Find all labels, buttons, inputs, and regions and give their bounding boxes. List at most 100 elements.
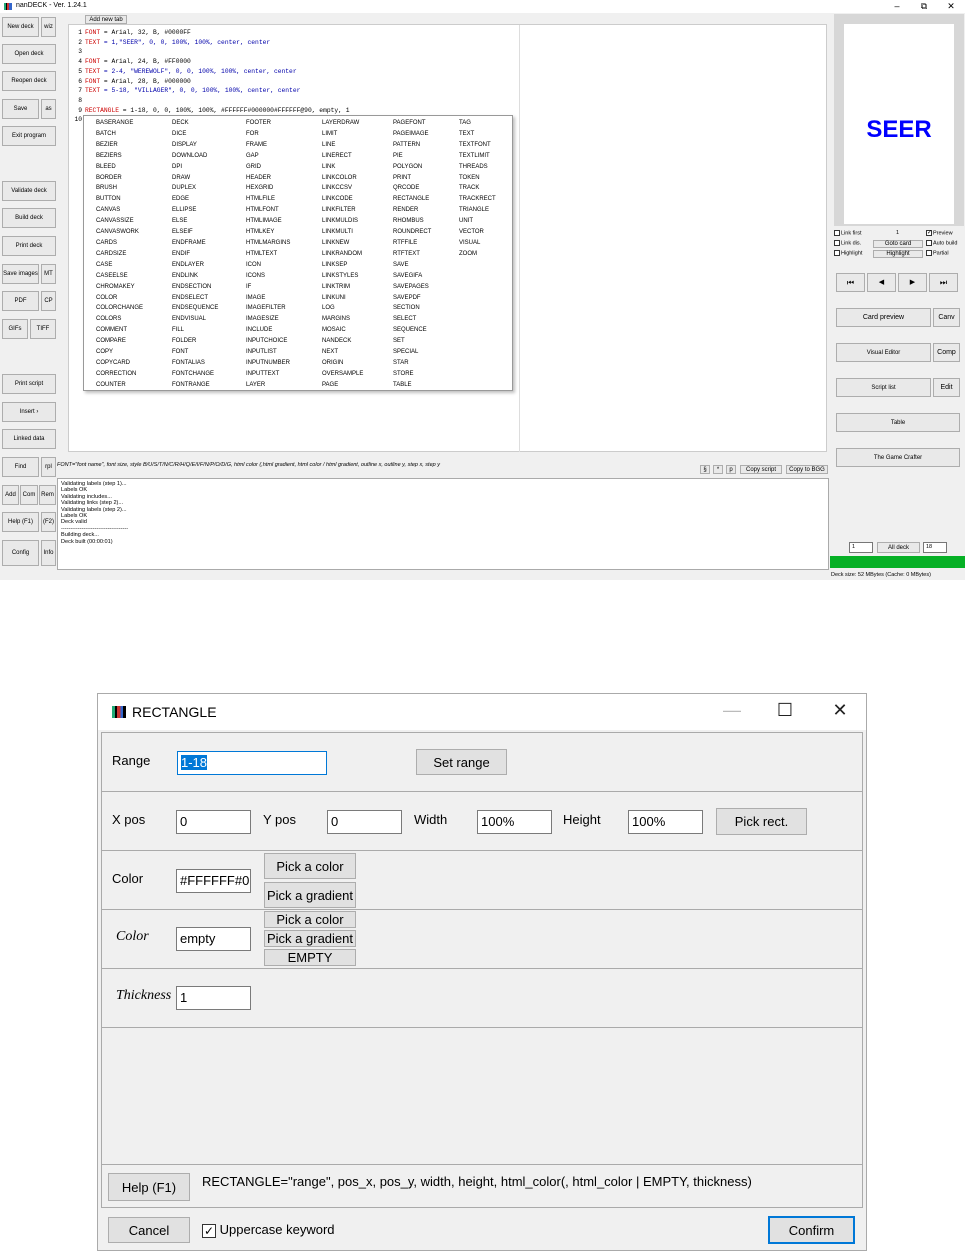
autocomplete-item[interactable]: ROUNDRECT (393, 227, 431, 238)
autocomplete-item[interactable]: HEXGRID (246, 183, 290, 194)
autocomplete-item[interactable]: LINKCCSV (322, 183, 363, 194)
autocomplete-column-5[interactable]: PAGEFONT PAGEIMAGE PATTERN PIE POLYGON PRINT Q… (393, 118, 431, 391)
autocomplete-item[interactable]: LINKSEP (322, 260, 363, 271)
autocomplete-item[interactable]: ELSEIF (172, 227, 218, 238)
pick-rect-button[interactable]: Pick rect. (716, 808, 807, 835)
autocomplete-item[interactable]: OVERSAMPLE (322, 369, 363, 380)
game-crafter-button[interactable]: The Game Crafter (836, 448, 960, 467)
autocomplete-item[interactable]: COLOR (96, 293, 143, 304)
autocomplete-item[interactable]: LINKCODE (322, 194, 363, 205)
autocomplete-item[interactable]: TRIANGLE (459, 205, 496, 216)
visual-editor-button[interactable]: Visual Editor (836, 343, 931, 362)
range-input[interactable]: 1-18 (177, 751, 327, 775)
cp-button[interactable]: CP (41, 291, 56, 311)
autocomplete-item[interactable]: HEADER (246, 173, 290, 184)
mt-button[interactable]: MT (41, 264, 56, 284)
autocomplete-item[interactable]: DISPLAY (172, 140, 218, 151)
open-deck-button[interactable]: Open deck (2, 44, 56, 64)
exit-program-button[interactable]: Exit program (2, 126, 56, 146)
autocomplete-item[interactable]: POLYGON (393, 162, 431, 173)
gifs-button[interactable]: GIFs (2, 319, 28, 339)
table-button[interactable]: Table (836, 413, 960, 432)
partial-checkbox[interactable]: Partial (926, 250, 949, 256)
autocomplete-item[interactable]: LINKTRIM (322, 282, 363, 293)
linked-data-button[interactable]: Linked data (2, 429, 56, 449)
set-range-button[interactable]: Set range (416, 749, 507, 775)
auto-build-checkbox[interactable]: Auto build (926, 240, 957, 246)
validate-deck-button[interactable]: Validate deck (2, 181, 56, 201)
autocomplete-item[interactable]: PIE (393, 151, 431, 162)
autocomplete-item[interactable]: ENDIF (172, 249, 218, 260)
autocomplete-item[interactable]: TRACK (459, 183, 496, 194)
autocomplete-item[interactable]: SET (393, 336, 431, 347)
autocomplete-item[interactable]: TEXT (459, 129, 496, 140)
autocomplete-item[interactable]: LINKUNI (322, 293, 363, 304)
color-input[interactable]: #FFFFFF#0 (176, 869, 251, 893)
autocomplete-item[interactable]: ENDLINK (172, 271, 218, 282)
autocomplete-item[interactable]: HTMLFONT (246, 205, 290, 216)
autocomplete-item[interactable]: HTMLMARGINS (246, 238, 290, 249)
comp-button[interactable]: Comp (933, 343, 960, 362)
first-card-icon[interactable]: ⏮ (836, 273, 865, 292)
autocomplete-item[interactable]: DRAW (172, 173, 218, 184)
autocomplete-item[interactable]: GAP (246, 151, 290, 162)
autocomplete-item[interactable]: VECTOR (459, 227, 496, 238)
autocomplete-item[interactable]: CANVASSIZE (96, 216, 143, 227)
code-line[interactable]: 6 FONT = Arial, 28, B, #000000 (72, 77, 350, 87)
find-button[interactable]: Find (2, 457, 39, 477)
autocomplete-item[interactable]: INPUTLIST (246, 347, 290, 358)
autocomplete-item[interactable]: TABLE (393, 380, 431, 391)
print-deck-button[interactable]: Print deck (2, 236, 56, 256)
canv-button[interactable]: Canv (933, 308, 960, 327)
code-line[interactable]: 5 TEXT = 2-4, "WEREWOLF", 0, 0, 100%, 100… (72, 67, 350, 77)
script-list-button[interactable]: Script list (836, 378, 931, 397)
autocomplete-item[interactable]: HTMLFILE (246, 194, 290, 205)
code-line[interactable]: 2 TEXT = 1,"SEER", 0, 0, 100%, 100%, cent… (72, 38, 350, 48)
copy-script-button[interactable]: Copy script (740, 465, 782, 474)
section-button[interactable]: § (700, 465, 710, 474)
autocomplete-item[interactable]: RTFTEXT (393, 249, 431, 260)
autocomplete-item[interactable]: LIMIT (322, 129, 363, 140)
autocomplete-item[interactable]: ENDVISUAL (172, 314, 218, 325)
autocomplete-column-2[interactable]: DECK DICE DISPLAY DOWNLOAD DPI DRAW DUPLEX EDGE… (172, 118, 218, 391)
pick-gradient-button[interactable]: Pick a gradient (264, 882, 356, 908)
autocomplete-item[interactable]: LINKMULDIS (322, 216, 363, 227)
autocomplete-item[interactable]: DOWNLOAD (172, 151, 218, 162)
next-card-icon[interactable]: ▶ (898, 273, 927, 292)
save-as-button[interactable]: as (41, 99, 56, 119)
autocomplete-item[interactable]: CORRECTION (96, 369, 143, 380)
dialog-minimize-button[interactable]: — (712, 700, 752, 721)
save-images-button[interactable]: Save images (2, 264, 39, 284)
autocomplete-item[interactable]: ENDFRAME (172, 238, 218, 249)
autocomplete-item[interactable]: SELECT (393, 314, 431, 325)
info-button[interactable]: Info (41, 540, 56, 566)
p-button[interactable]: p (726, 465, 736, 474)
last-card-icon[interactable]: ⏭ (929, 273, 958, 292)
help-f2-button[interactable]: (F2) (41, 512, 56, 532)
wizard-button[interactable]: wiz (41, 17, 56, 37)
code-line[interactable]: 8 (72, 96, 350, 106)
autocomplete-item[interactable]: BLEED (96, 162, 143, 173)
autocomplete-column-4[interactable]: LAYERDRAW LIMIT LINE LINERECT LINK LINKCOLOR L… (322, 118, 363, 391)
autocomplete-item[interactable]: PAGE (322, 380, 363, 391)
code-line[interactable]: 1 FONT = Arial, 32, B, #0000FF (72, 28, 350, 38)
preview-checkbox[interactable]: ✓Preview (926, 230, 953, 236)
autocomplete-item[interactable]: COLORCHANGE (96, 303, 143, 314)
autocomplete-item[interactable]: CARDSIZE (96, 249, 143, 260)
autocomplete-item[interactable]: UNIT (459, 216, 496, 227)
autocomplete-item[interactable]: FONTCHANGE (172, 369, 218, 380)
autocomplete-column-3[interactable]: FOOTER FOR FRAME GAP GRID HEADER HEXGRID HTMLFI… (246, 118, 290, 391)
autocomplete-item[interactable]: PAGEIMAGE (393, 129, 431, 140)
autocomplete-item[interactable]: PATTERN (393, 140, 431, 151)
pick-color-button[interactable]: Pick a color (264, 853, 356, 879)
autocomplete-item[interactable]: GRID (246, 162, 290, 173)
restore-button[interactable]: ⧉ (913, 0, 935, 13)
link-first-checkbox[interactable]: Link first (834, 230, 861, 236)
autocomplete-item[interactable]: PAGEFONT (393, 118, 431, 129)
print-script-button[interactable]: Print script (2, 374, 56, 394)
autocomplete-item[interactable]: ICON (246, 260, 290, 271)
autocomplete-item[interactable]: ENDSECTION (172, 282, 218, 293)
autocomplete-item[interactable]: SPECIAL (393, 347, 431, 358)
autocomplete-item[interactable]: LAYERDRAW (322, 118, 363, 129)
autocomplete-item[interactable]: ICONS (246, 271, 290, 282)
